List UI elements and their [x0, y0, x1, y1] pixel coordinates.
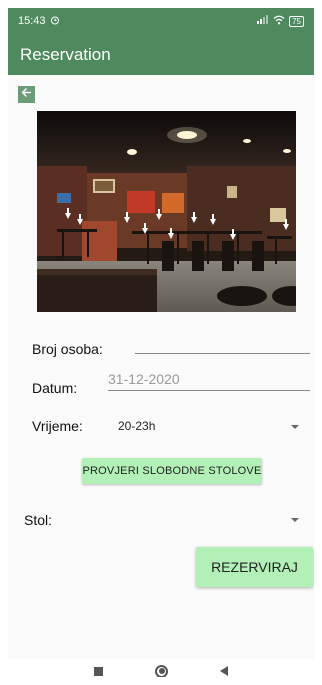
- reserve-button[interactable]: REZERVIRAJ: [196, 547, 313, 587]
- status-right: 75: [257, 15, 304, 28]
- recents-icon[interactable]: [94, 666, 103, 676]
- wifi-icon: [273, 15, 285, 28]
- battery-icon: 75: [289, 15, 304, 27]
- time-label: Vrijeme:: [32, 418, 83, 434]
- time-spinner[interactable]: 20-23h: [113, 414, 313, 438]
- phone-screen: 15:43 75 Reservation Broj osoba: Datum: …: [8, 8, 314, 677]
- status-time: 15:43: [18, 15, 46, 27]
- app-bar: Reservation: [8, 34, 314, 75]
- status-left: 15:43: [18, 15, 60, 28]
- chevron-down-icon: [291, 518, 299, 522]
- table-label: Stol:: [24, 512, 53, 528]
- home-icon[interactable]: [155, 664, 168, 677]
- page-title: Reservation: [20, 44, 111, 64]
- date-input[interactable]: 31-12-2020: [108, 371, 180, 387]
- persons-input-underline: [135, 353, 310, 354]
- persons-label: Broj osoba:: [32, 341, 103, 357]
- back-button[interactable]: [18, 86, 35, 103]
- back-nav-icon[interactable]: [220, 666, 228, 676]
- arrow-left-icon: [20, 86, 33, 104]
- persons-input[interactable]: [135, 334, 310, 354]
- date-input-underline: [108, 390, 310, 391]
- date-label: Datum:: [32, 380, 78, 396]
- check-free-tables-button[interactable]: PROVJERI SLOBODNE STOLOVE: [82, 458, 262, 484]
- chevron-down-icon: [291, 425, 299, 429]
- signal-icon: [257, 15, 269, 27]
- status-bar: 15:43 75: [8, 8, 314, 34]
- alarm-icon: [50, 15, 60, 28]
- system-nav-bar: [8, 659, 314, 677]
- table-spinner[interactable]: [68, 508, 313, 532]
- restaurant-photo: [37, 111, 296, 312]
- time-spinner-value: 20-23h: [118, 419, 156, 433]
